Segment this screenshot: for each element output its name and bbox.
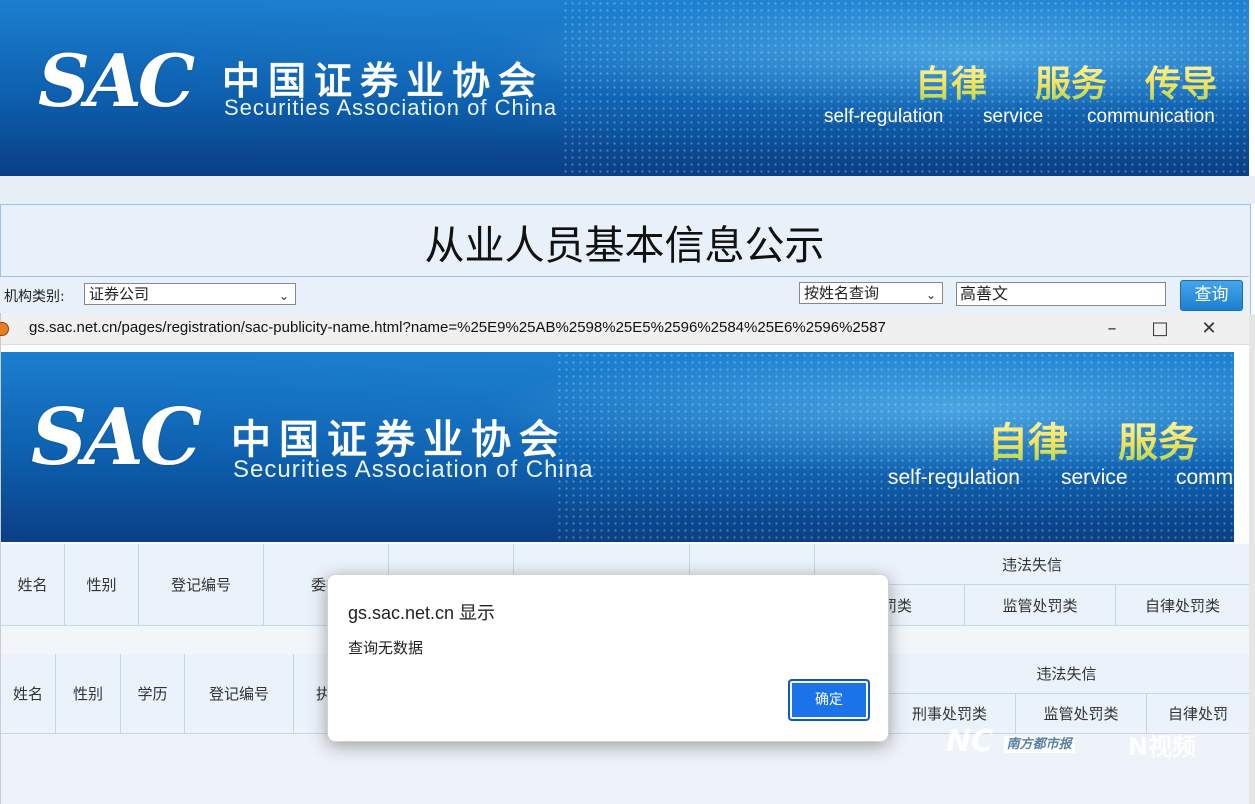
name-search-input[interactable]: 高善文 bbox=[956, 282, 1166, 306]
site-banner: SAC 中国证券业协会 Securities Association of Ch… bbox=[0, 0, 1249, 176]
maximize-icon[interactable]: □ bbox=[1145, 316, 1175, 342]
org-type-value: 证券公司 bbox=[89, 285, 150, 303]
org-type-label: 机构类别: bbox=[4, 289, 65, 305]
slogan-service: 服务 bbox=[1118, 410, 1198, 468]
minimize-icon[interactable]: – bbox=[1097, 316, 1127, 342]
table1-col-reg-no: 登记编号 bbox=[139, 544, 264, 626]
search-button[interactable]: 查询 bbox=[1180, 280, 1243, 311]
slogan-en-self-regulation: self-regulation bbox=[824, 106, 944, 127]
chevron-down-icon: ⌄ bbox=[278, 289, 289, 303]
slogan-self-regulation: 自律 bbox=[915, 55, 987, 107]
table2-col-reg-no: 登记编号 bbox=[185, 654, 294, 734]
slogan-en-service: service bbox=[983, 106, 1044, 127]
watermark-nc: NC bbox=[946, 724, 994, 759]
close-icon[interactable]: ✕ bbox=[1194, 316, 1224, 342]
dialog-ok-button[interactable]: 确定 bbox=[788, 679, 870, 721]
table2-col-gender: 性别 bbox=[56, 654, 121, 734]
table1-sub-regulatory: 监管处罚类 bbox=[965, 585, 1116, 626]
org-name-en: Securities Association of China bbox=[233, 456, 594, 483]
org-type-select[interactable]: 证券公司 ⌄ bbox=[84, 283, 296, 305]
slogan-en-communication: comm bbox=[1176, 466, 1234, 489]
table2-col-education: 学历 bbox=[121, 654, 185, 734]
popup-titlebar[interactable]: gs.sac.net.cn/pages/registration/sac-pub… bbox=[0, 314, 1250, 345]
slogan-en-communication: communication bbox=[1087, 106, 1215, 127]
sac-logo: SAC bbox=[38, 38, 195, 123]
page-title: 从业人员基本信息公示 bbox=[424, 223, 825, 269]
dialog-message: 查询无数据 bbox=[348, 639, 424, 657]
nvideo-watermark-logo: N视频 bbox=[1128, 733, 1197, 761]
popup-url: gs.sac.net.cn/pages/registration/sac-pub… bbox=[29, 319, 886, 336]
banner-gap bbox=[0, 176, 1255, 204]
query-mode-value: 按姓名查询 bbox=[804, 284, 880, 302]
table1-col-gender: 性别 bbox=[65, 544, 139, 626]
table1-col-name: 姓名 bbox=[1, 544, 65, 626]
slogan-service: 服务 bbox=[1035, 55, 1107, 107]
slogan-communication: 传导 bbox=[1145, 55, 1217, 107]
query-mode-select[interactable]: 按姓名查询 ⌄ bbox=[799, 282, 943, 304]
slogan-en-self-regulation: self-regulation bbox=[888, 466, 1020, 489]
dialog-title: gs.sac.net.cn 显示 bbox=[348, 603, 496, 623]
table1-sub-self-discipline: 自律处罚类 bbox=[1116, 585, 1250, 626]
nandu-watermark-logo: NC 南方都市报 bbox=[946, 724, 1075, 759]
popup-banner: SAC 中国证券业协会 Securities Association of Ch… bbox=[1, 352, 1234, 542]
slogan-self-regulation: 自律 bbox=[988, 410, 1068, 468]
alert-dialog: gs.sac.net.cn 显示 查询无数据 确定 bbox=[327, 574, 889, 742]
table2-col-name: 姓名 bbox=[1, 654, 56, 734]
chevron-down-icon: ⌄ bbox=[925, 288, 936, 302]
table2-group-violation: 违法失信 bbox=[884, 654, 1250, 694]
scrollbar[interactable] bbox=[1249, 314, 1255, 804]
site-favicon-icon bbox=[0, 322, 9, 336]
watermark-nc-sub: 南方都市报 bbox=[1003, 736, 1075, 753]
sac-logo: SAC bbox=[31, 392, 202, 483]
org-name-en: Securities Association of China bbox=[224, 95, 558, 120]
slogan-en-service: service bbox=[1061, 466, 1128, 489]
